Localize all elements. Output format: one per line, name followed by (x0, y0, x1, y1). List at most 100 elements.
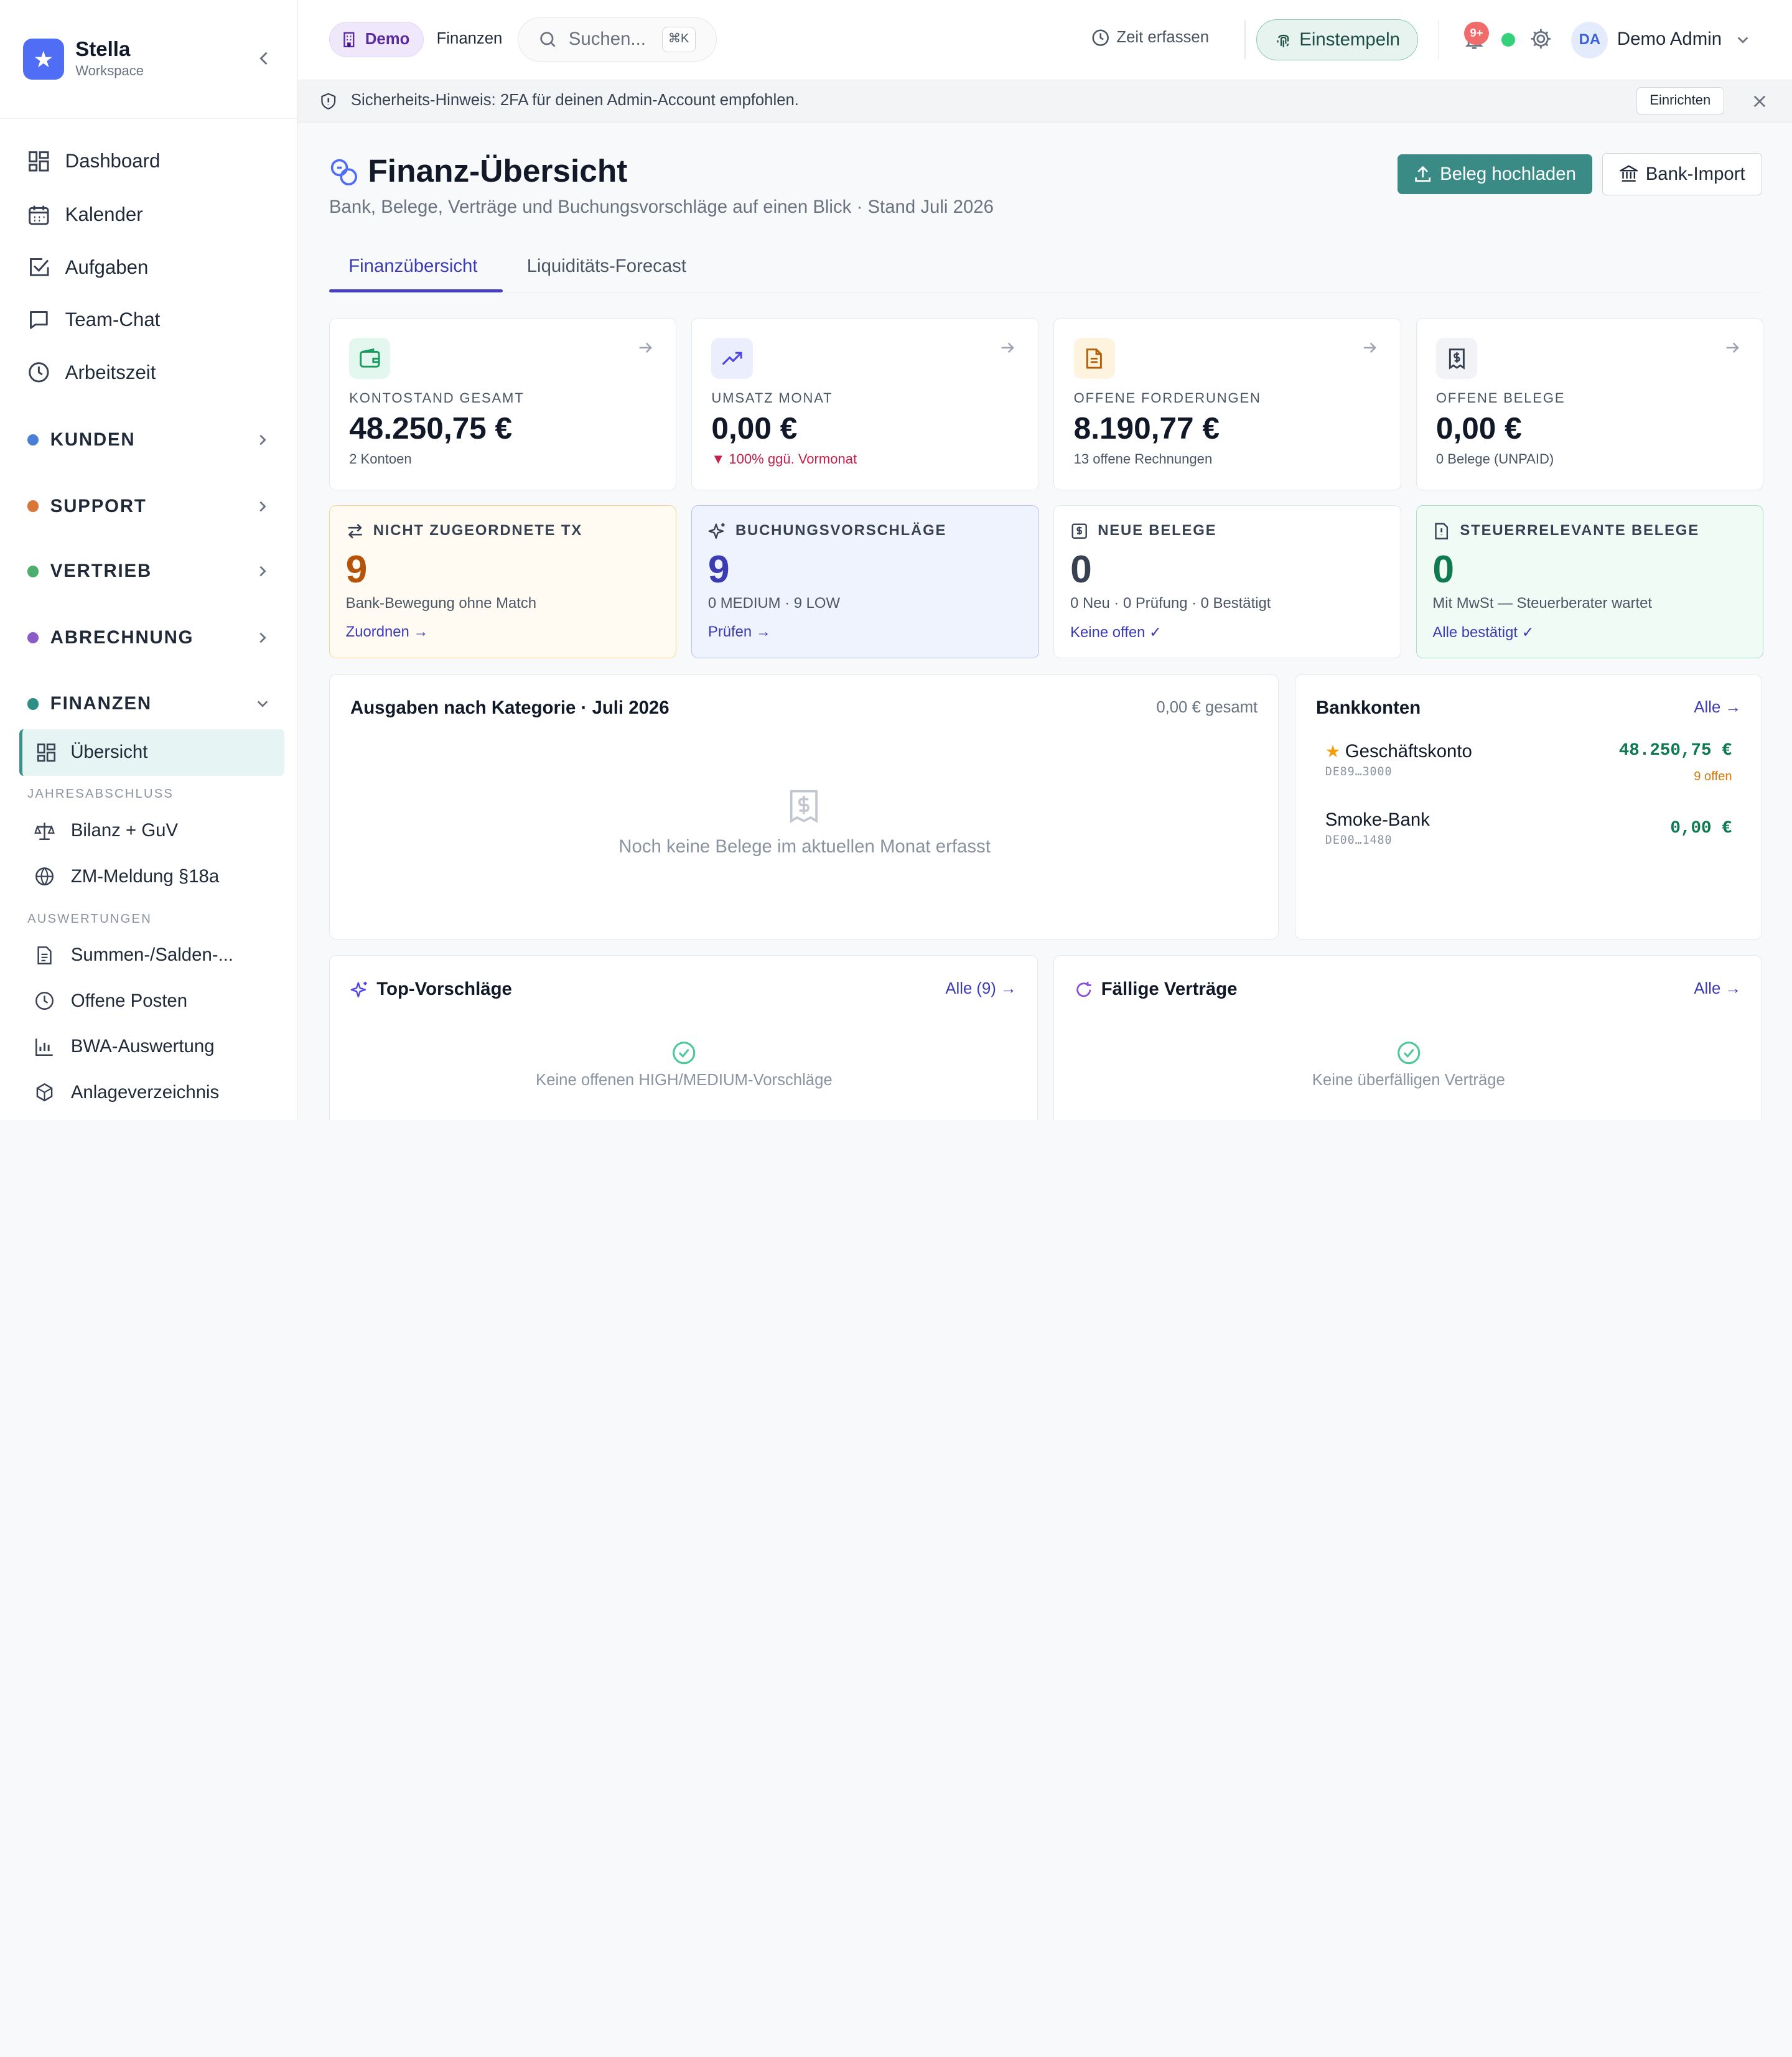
user-name[interactable]: Demo Admin (1617, 29, 1722, 50)
clock-in-label: Einstempeln (1299, 29, 1400, 50)
section-heading: JAHRESABSCHLUSS (27, 787, 174, 801)
time-track-button[interactable]: Zeit erfassen (1091, 29, 1209, 47)
stat-value: 0 (1432, 547, 1455, 591)
globe-icon (35, 867, 54, 886)
sidebar-item-label: Anlageverzeichnis (70, 1081, 220, 1103)
empty-message: Keine überfälligen Verträge (1312, 1071, 1505, 1089)
sidebar-group-abrechnung[interactable]: ABRECHNUNG (27, 624, 269, 651)
arrow-right-icon (1001, 343, 1014, 353)
bank-import-button[interactable]: Bank-Import (1602, 153, 1763, 196)
chevron-down-icon[interactable] (1736, 33, 1750, 47)
breadcrumb[interactable]: Finanzen (437, 30, 503, 48)
empty-message: Keine offenen HIGH/MEDIUM-Vorschläge (536, 1071, 833, 1089)
group-label: FINANZEN (50, 693, 152, 714)
arrow-right-icon (1726, 343, 1739, 353)
stat-card-tax-relevant[interactable]: STEUERRELEVANTE BELEGE 0 Mit MwSt — Steu… (1416, 505, 1763, 658)
gear-icon[interactable] (1529, 27, 1552, 50)
receipt-icon (1449, 348, 1465, 370)
stat-link[interactable]: Zuordnen → (346, 623, 429, 641)
scale-icon (34, 823, 55, 840)
chevron-right-icon (259, 566, 267, 577)
group-label: ABRECHNUNG (50, 627, 194, 648)
setup-button[interactable]: Einrichten (1636, 86, 1724, 114)
account-name: Geschäftskonto (1345, 741, 1472, 762)
sidebar-item-label: Offene Posten (70, 990, 188, 1011)
clock-icon (1092, 29, 1109, 46)
tab-liquiditaets-forecast[interactable]: Liquiditäts-Forecast (527, 256, 686, 277)
chevron-left-icon[interactable] (256, 50, 273, 67)
arrow-right-icon (639, 343, 652, 353)
wallet-icon (360, 348, 380, 368)
tab-finanzuebersicht[interactable]: Finanzübersicht (348, 256, 477, 277)
group-label: SUPPORT (50, 495, 147, 516)
sidebar: ★ Stella Workspace Dashboard Kalender Au… (0, 0, 299, 1120)
sidebar-item-offene-posten[interactable]: Offene Posten (34, 989, 187, 1014)
account-open: 9 offen (1694, 770, 1732, 784)
stat-link[interactable]: Prüfen → (708, 623, 771, 641)
stat-card-booking-suggestions[interactable]: BUCHUNGSVORSCHLÄGE 9 0 MEDIUM · 9 LOW Pr… (691, 505, 1039, 658)
top-all-link[interactable]: Alle (9) → (945, 980, 1016, 998)
sidebar-group-vertrieb[interactable]: VERTRIEB (27, 557, 269, 585)
kpi-card-offene-belege[interactable]: OFFENE BELEGE 0,00 € 0 Belege (UNPAID) (1416, 317, 1763, 490)
receipt-icon (790, 790, 818, 823)
sidebar-item-kalender[interactable]: Kalender (27, 201, 143, 228)
sidebar-group-finanzen[interactable]: FINANZEN (27, 690, 269, 717)
receipt-icon (1071, 523, 1088, 539)
panel-title: Bankkonten (1316, 697, 1421, 719)
sidebar-item-aufgaben[interactable]: Aufgaben (27, 254, 148, 281)
sidebar-item-dashboard[interactable]: Dashboard (27, 147, 160, 175)
stat-card-new-receipts[interactable]: NEUE BELEGE 0 0 Neu · 0 Prüfung · 0 Best… (1053, 505, 1401, 658)
close-icon[interactable] (1752, 94, 1767, 109)
chat-icon (30, 310, 48, 329)
bank-accounts-panel: Bankkonten Alle → ★ Geschäftskonto DE89…3… (1294, 674, 1763, 940)
grid-icon (37, 743, 56, 762)
sidebar-item-team-chat[interactable]: Team-Chat (27, 306, 160, 334)
kpi-card-forderungen[interactable]: OFFENE FORDERUNGEN 8.190,77 € 13 offene … (1053, 317, 1401, 490)
stat-value: 0 (1070, 547, 1092, 591)
sidebar-group-support[interactable]: SUPPORT (27, 493, 269, 520)
bank-icon (1619, 165, 1638, 182)
sidebar-item-label: Arbeitszeit (65, 361, 156, 383)
star-icon: ★ (1325, 742, 1341, 762)
stat-link[interactable]: Alle bestätigt ✓ (1432, 623, 1534, 641)
group-dot (27, 632, 39, 644)
search-input[interactable]: Suchen... ⌘K (518, 17, 717, 62)
sidebar-item-arbeitszeit[interactable]: Arbeitszeit (27, 359, 156, 386)
divider (1244, 21, 1246, 60)
kpi-value: 0,00 € (1435, 410, 1522, 445)
kpi-icon-box (1435, 337, 1477, 379)
demo-label: Demo (365, 30, 410, 48)
expenses-panel: Ausgaben nach Kategorie · Juli 2026 0,00… (329, 674, 1279, 940)
sidebar-item-summen-salden[interactable]: Summen-/Salden-... (34, 943, 233, 968)
sidebar-item-uebersicht[interactable]: Übersicht (19, 729, 285, 777)
bank-all-link[interactable]: Alle → (1694, 699, 1741, 717)
kpi-icon-box (349, 337, 391, 379)
clock-in-button[interactable]: Einstempeln (1256, 19, 1419, 61)
sidebar-item-bwa[interactable]: BWA-Auswertung (34, 1034, 215, 1059)
shortcut-hint: ⌘K (661, 27, 696, 52)
time-track-label: Zeit erfassen (1116, 29, 1209, 47)
kpi-card-kontostand[interactable]: KONTOSTAND GESAMT 48.250,75 € 2 Kontoen (329, 317, 677, 490)
kpi-sub: 2 Kontoen (349, 450, 412, 467)
check-circle-icon (673, 1042, 696, 1065)
avatar[interactable]: DA (1571, 21, 1608, 58)
kpi-label: UMSATZ MONAT (711, 390, 833, 406)
expenses-total: 0,00 € gesamt (1156, 699, 1258, 717)
group-dot (27, 566, 39, 577)
sidebar-item-zm-meldung[interactable]: ZM-Meldung §18a (34, 864, 219, 889)
trending-up-icon (722, 352, 742, 365)
stat-link[interactable]: Keine offen ✓ (1070, 623, 1162, 641)
sidebar-group-kunden[interactable]: KUNDEN (27, 426, 269, 454)
upload-receipt-button[interactable]: Beleg hochladen (1398, 154, 1592, 195)
stat-sub: Bank-Bewegung ohne Match (345, 595, 537, 612)
kpi-value: 8.190,77 € (1073, 410, 1220, 445)
stat-card-unassigned-tx[interactable]: NICHT ZUGEORDNETE TX 9 Bank-Bewegung ohn… (329, 505, 677, 658)
coins-icon (330, 159, 357, 186)
demo-badge[interactable]: Demo (329, 21, 424, 57)
clock-icon (35, 992, 54, 1010)
kpi-card-umsatz[interactable]: UMSATZ MONAT 0,00 € ▼ 100% ggü. Vormonat (691, 317, 1039, 490)
contracts-all-link[interactable]: Alle → (1694, 980, 1741, 998)
sidebar-item-bilanz[interactable]: Bilanz + GuV (34, 818, 178, 843)
active-tab-indicator (329, 289, 503, 293)
sidebar-item-anlageverzeichnis[interactable]: Anlageverzeichnis (34, 1080, 219, 1105)
